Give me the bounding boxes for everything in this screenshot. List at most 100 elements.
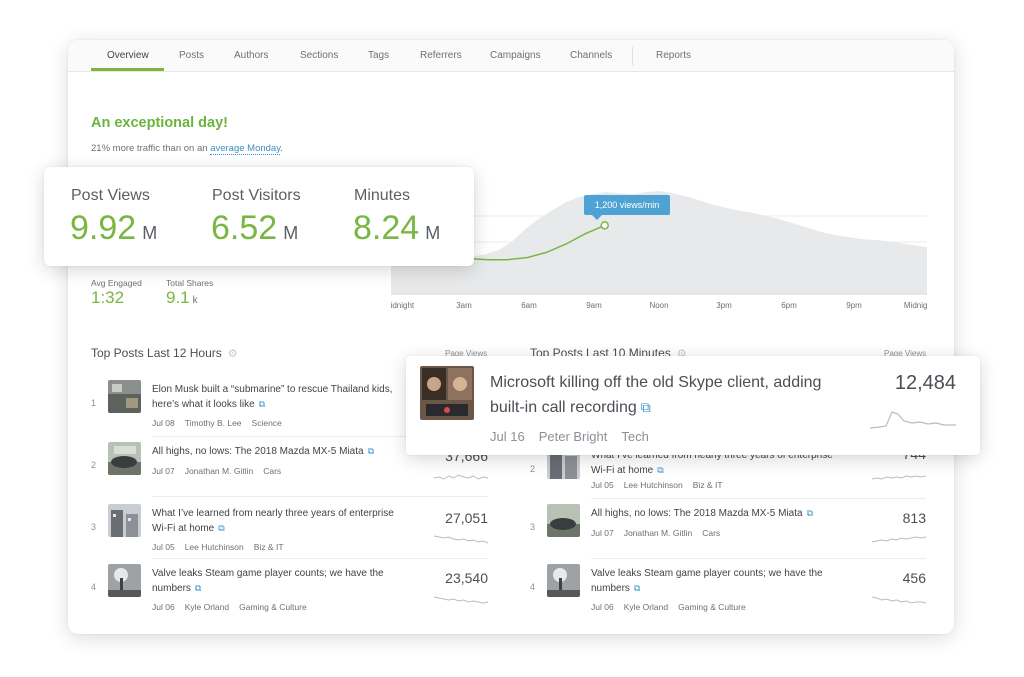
featured-post-card[interactable]: Microsoft killing off the old Skype clie… bbox=[406, 356, 980, 455]
page-views: 23,540 bbox=[445, 570, 488, 586]
post-section: Science bbox=[251, 418, 282, 428]
post-meta: Jul 06 Kyle Orland Gaming & Culture bbox=[152, 602, 317, 612]
post-visitors-value: 6.52 M bbox=[211, 209, 298, 248]
rank: 2 bbox=[91, 460, 97, 470]
post-visitors-unit: M bbox=[283, 223, 299, 243]
active-tab-indicator bbox=[91, 68, 164, 71]
post-date: Jul 06 bbox=[152, 602, 175, 612]
x-tick-label: Midnight bbox=[904, 301, 927, 310]
list-item[interactable]: 3 All highs, no lows: The 2018 Mazda MX-… bbox=[530, 504, 926, 566]
external-link-icon[interactable]: ⧉ bbox=[368, 446, 374, 456]
sparkline bbox=[434, 535, 488, 544]
tab-sections[interactable]: Sections bbox=[300, 50, 338, 61]
external-link-icon[interactable]: ⧉ bbox=[641, 399, 651, 415]
post-section: Gaming & Culture bbox=[239, 602, 307, 612]
x-tick-label: 6pm bbox=[781, 301, 797, 310]
post-date: Jul 08 bbox=[152, 418, 175, 428]
tab-divider bbox=[632, 47, 633, 65]
post-meta: Jul 08 Timothy B. Lee Science bbox=[152, 418, 292, 428]
list-item[interactable]: 4 Valve leaks Steam game player counts; … bbox=[530, 564, 926, 626]
x-tick-label: Noon bbox=[649, 301, 668, 310]
page-views: 27,051 bbox=[445, 510, 488, 526]
rank: 2 bbox=[530, 464, 536, 474]
external-link-icon[interactable]: ⧉ bbox=[807, 508, 813, 518]
post-thumbnail bbox=[547, 504, 580, 537]
key-metrics-card: Post Views 9.92 M Post Visitors 6.52 M Min… bbox=[44, 167, 474, 266]
sparkline-path bbox=[434, 474, 488, 480]
list-item[interactable]: 3 What I’ve learned from nearly three ye… bbox=[91, 504, 488, 566]
external-link-icon[interactable]: ⧉ bbox=[634, 583, 640, 593]
external-link-icon[interactable]: ⧉ bbox=[657, 465, 663, 475]
nav-tabs: Overview Posts Authors Sections Tags Ref… bbox=[68, 40, 954, 72]
tab-posts[interactable]: Posts bbox=[179, 50, 204, 61]
tab-channels[interactable]: Channels bbox=[570, 50, 612, 61]
rank: 4 bbox=[91, 582, 97, 592]
post-title[interactable]: Valve leaks Steam game player counts; we… bbox=[152, 566, 410, 596]
post-author: Kyle Orland bbox=[184, 602, 230, 612]
tab-reports[interactable]: Reports bbox=[656, 50, 691, 61]
rank: 3 bbox=[91, 522, 97, 532]
avg-engaged-number: 1:32 bbox=[91, 288, 125, 307]
tab-overview[interactable]: Overview bbox=[107, 50, 149, 61]
post-author: Lee Hutchinson bbox=[623, 480, 683, 490]
external-link-icon[interactable]: ⧉ bbox=[259, 399, 265, 409]
tab-campaigns[interactable]: Campaigns bbox=[490, 50, 541, 61]
external-link-icon[interactable]: ⧉ bbox=[218, 523, 224, 533]
sparkline-path bbox=[872, 596, 926, 604]
tab-tags[interactable]: Tags bbox=[368, 50, 389, 61]
minutes-label: Minutes bbox=[354, 187, 411, 204]
sparkline bbox=[870, 411, 956, 429]
rank: 1 bbox=[91, 398, 97, 408]
post-author: Timothy B. Lee bbox=[184, 418, 242, 428]
gear-icon[interactable]: ⚙ bbox=[228, 347, 238, 360]
sparkline bbox=[434, 474, 488, 480]
post-meta: Jul 05 Lee Hutchinson Biz & IT bbox=[152, 542, 294, 552]
post-title[interactable]: Valve leaks Steam game player counts; we… bbox=[591, 566, 849, 596]
post-meta: Jul 07 Jonathan M. Gitlin Cars bbox=[152, 466, 291, 476]
post-title[interactable]: Microsoft killing off the old Skype clie… bbox=[490, 371, 830, 420]
post-author: Kyle Orland bbox=[623, 602, 669, 612]
post-title[interactable]: Elon Musk built a “submarine” to rescue … bbox=[152, 382, 410, 412]
post-views-value: 9.92 M bbox=[70, 209, 157, 248]
total-shares-number: 9.1 bbox=[166, 288, 190, 307]
x-tick-label: 9am bbox=[586, 301, 602, 310]
post-title-text: Microsoft killing off the old Skype clie… bbox=[490, 374, 822, 416]
post-author: Peter Bright bbox=[538, 429, 608, 444]
post-views-number: 9.92 bbox=[70, 209, 137, 247]
sparkline bbox=[872, 475, 926, 480]
post-date: Jul 05 bbox=[591, 480, 614, 490]
post-thumbnail bbox=[108, 504, 141, 537]
average-day-link[interactable]: average Monday bbox=[210, 143, 281, 155]
list-item[interactable]: 4 Valve leaks Steam game player counts; … bbox=[91, 564, 488, 626]
post-meta: Jul 05 Lee Hutchinson Biz & IT bbox=[591, 480, 733, 490]
post-title-text: What I’ve learned from nearly three year… bbox=[152, 508, 394, 534]
total-shares-unit: k bbox=[192, 295, 198, 306]
minutes-number: 8.24 bbox=[353, 209, 420, 247]
sparkline bbox=[872, 536, 926, 543]
row-divider bbox=[591, 558, 926, 559]
post-title[interactable]: What I’ve learned from nearly three year… bbox=[152, 506, 410, 536]
row-divider bbox=[591, 498, 926, 499]
chart-tooltip: 1,200 views/min bbox=[584, 195, 670, 220]
x-tick-label: 6am bbox=[521, 301, 537, 310]
post-visitors-label: Post Visitors bbox=[212, 187, 301, 204]
post-title-text: Elon Musk built a “submarine” to rescue … bbox=[152, 384, 393, 410]
page-views: 12,484 bbox=[894, 372, 956, 394]
current-point-marker[interactable] bbox=[600, 221, 609, 230]
post-views-unit: M bbox=[142, 223, 158, 243]
rank: 3 bbox=[530, 522, 536, 532]
post-date: Jul 07 bbox=[152, 466, 175, 476]
external-link-icon[interactable]: ⧉ bbox=[195, 583, 201, 593]
post-title-text: Valve leaks Steam game player counts; we… bbox=[152, 568, 384, 594]
post-thumbnail bbox=[547, 564, 580, 597]
post-title[interactable]: All highs, no lows: The 2018 Mazda MX-5 … bbox=[152, 444, 410, 459]
sparkline bbox=[434, 596, 488, 604]
avg-engaged-value: 1:32 bbox=[91, 288, 124, 308]
post-title-text: All highs, no lows: The 2018 Mazda MX-5 … bbox=[152, 446, 364, 457]
tab-authors[interactable]: Authors bbox=[234, 50, 268, 61]
sparkline-path bbox=[434, 535, 488, 544]
analytics-dashboard: Overview Posts Authors Sections Tags Ref… bbox=[68, 40, 954, 634]
post-date: Jul 07 bbox=[591, 528, 614, 538]
tab-referrers[interactable]: Referrers bbox=[420, 50, 462, 61]
post-title[interactable]: All highs, no lows: The 2018 Mazda MX-5 … bbox=[591, 506, 849, 521]
